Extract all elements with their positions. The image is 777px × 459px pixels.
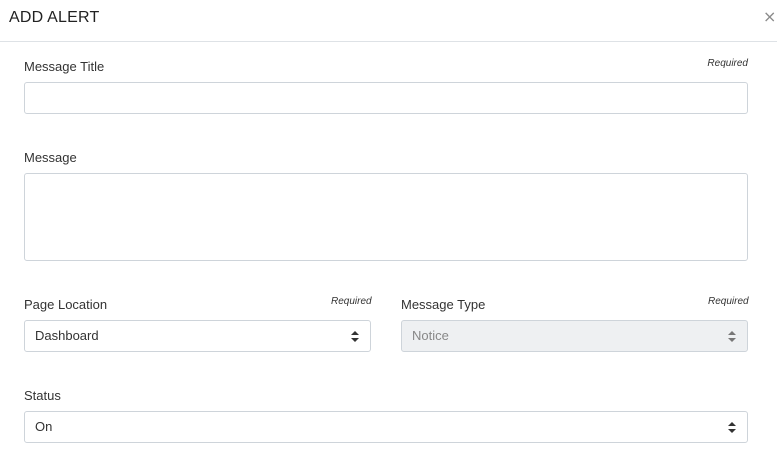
message-title-required-note: Required	[707, 58, 748, 69]
message-type-required-note: Required	[708, 296, 749, 307]
page-location-required-note: Required	[331, 296, 372, 307]
message-type-selected-value: Notice	[412, 328, 449, 343]
page-location-label: Page Location	[24, 297, 108, 312]
message-title-input[interactable]	[24, 82, 748, 114]
status-label: Status	[24, 388, 61, 403]
message-type-select: Notice	[401, 320, 748, 352]
page-location-select[interactable]: Dashboard	[24, 320, 371, 352]
page-location-selected-value: Dashboard	[35, 328, 99, 343]
modal-title: ADD ALERT	[9, 9, 100, 26]
close-icon: ×	[763, 8, 777, 26]
message-title-label: Message Title	[24, 59, 105, 74]
status-selected-value: On	[35, 419, 53, 434]
sort-arrows-icon	[728, 422, 736, 433]
add-alert-modal: ADD ALERT × Message Title Required Messa…	[0, 0, 777, 459]
modal-header: ADD ALERT ×	[0, 0, 777, 42]
message-type-label: Message Type	[401, 297, 486, 312]
message-textarea[interactable]	[24, 173, 748, 261]
sort-arrows-icon	[351, 331, 359, 342]
message-label: Message	[24, 150, 77, 165]
status-select[interactable]: On	[24, 411, 748, 443]
sort-arrows-icon	[728, 331, 736, 342]
close-button[interactable]: ×	[763, 8, 777, 26]
